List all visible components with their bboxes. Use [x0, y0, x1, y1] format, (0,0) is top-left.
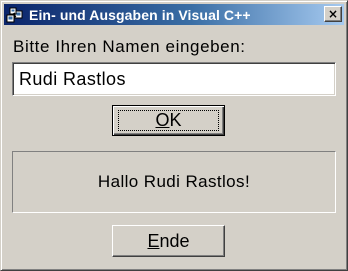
end-mnemonic: E — [147, 230, 160, 251]
close-icon: × — [327, 7, 339, 21]
output-panel: Hallo Rudi Rastlos! — [12, 151, 336, 213]
end-button-label: Ende — [147, 231, 189, 252]
end-label-rest: nde — [159, 230, 190, 251]
end-button[interactable]: Ende — [112, 225, 225, 257]
title-bar[interactable]: Ein- und Ausgaben in Visual C++ × — [4, 4, 344, 25]
close-button[interactable]: × — [324, 6, 342, 22]
greeting-output: Hallo Rudi Rastlos! — [97, 172, 251, 191]
focus-rect — [118, 110, 219, 131]
dialog-window: Ein- und Ausgaben in Visual C++ × Bitte … — [0, 0, 348, 271]
window-title: Ein- und Ausgaben in Visual C++ — [29, 6, 251, 23]
app-icon — [6, 6, 26, 24]
name-prompt-label: Bitte Ihren Namen eingeben: — [13, 37, 246, 56]
ok-button[interactable]: OK — [112, 105, 225, 136]
name-input[interactable] — [12, 62, 336, 96]
